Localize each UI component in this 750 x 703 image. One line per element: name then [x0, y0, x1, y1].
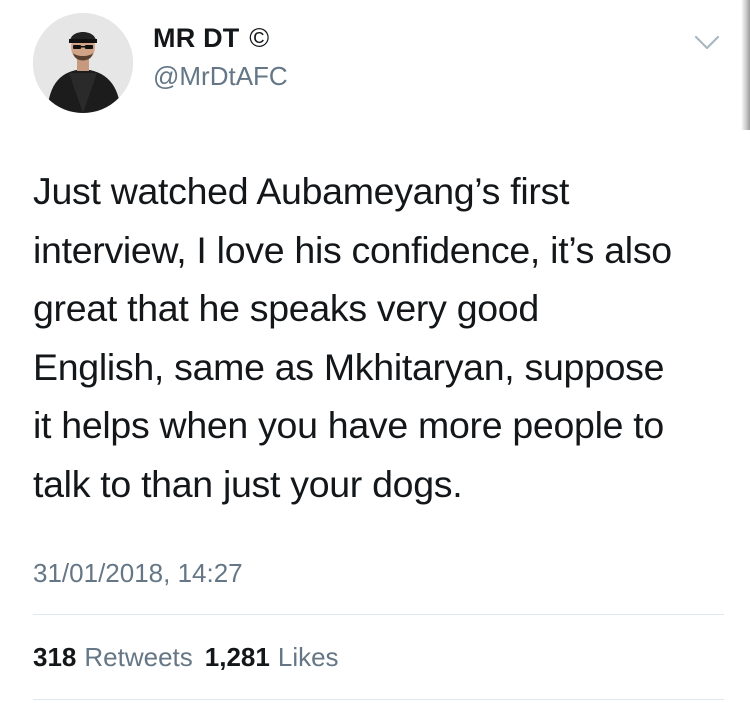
likes-label[interactable]: Likes — [278, 642, 339, 672]
author-handle[interactable]: @MrDtAFC — [153, 60, 288, 92]
likes-count[interactable]: 1,281 — [205, 642, 270, 672]
author-name-text: MR DT — [153, 23, 240, 53]
retweets-count[interactable]: 318 — [33, 642, 76, 672]
tweet-card: MR DT © @MrDtAFC Just watched Aubameyang… — [0, 0, 750, 703]
divider — [33, 699, 724, 700]
tweet-text: Just watched Aubameyang’s first intervie… — [33, 170, 672, 505]
chevron-down-icon[interactable] — [694, 34, 720, 52]
divider — [33, 614, 724, 615]
author-avatar[interactable] — [33, 13, 133, 113]
tweet-timestamp[interactable]: 31/01/2018, 14:27 — [33, 557, 243, 589]
retweets-label[interactable]: Retweets — [84, 642, 192, 672]
copyright-mark: © — [249, 23, 270, 53]
author-display-name[interactable]: MR DT © — [153, 22, 288, 54]
scroll-edge — [741, 0, 750, 130]
avatar-image — [33, 13, 133, 113]
author-info: MR DT © @MrDtAFC — [153, 22, 288, 92]
tweet-stats: 318 Retweets 1,281 Likes — [33, 641, 351, 673]
